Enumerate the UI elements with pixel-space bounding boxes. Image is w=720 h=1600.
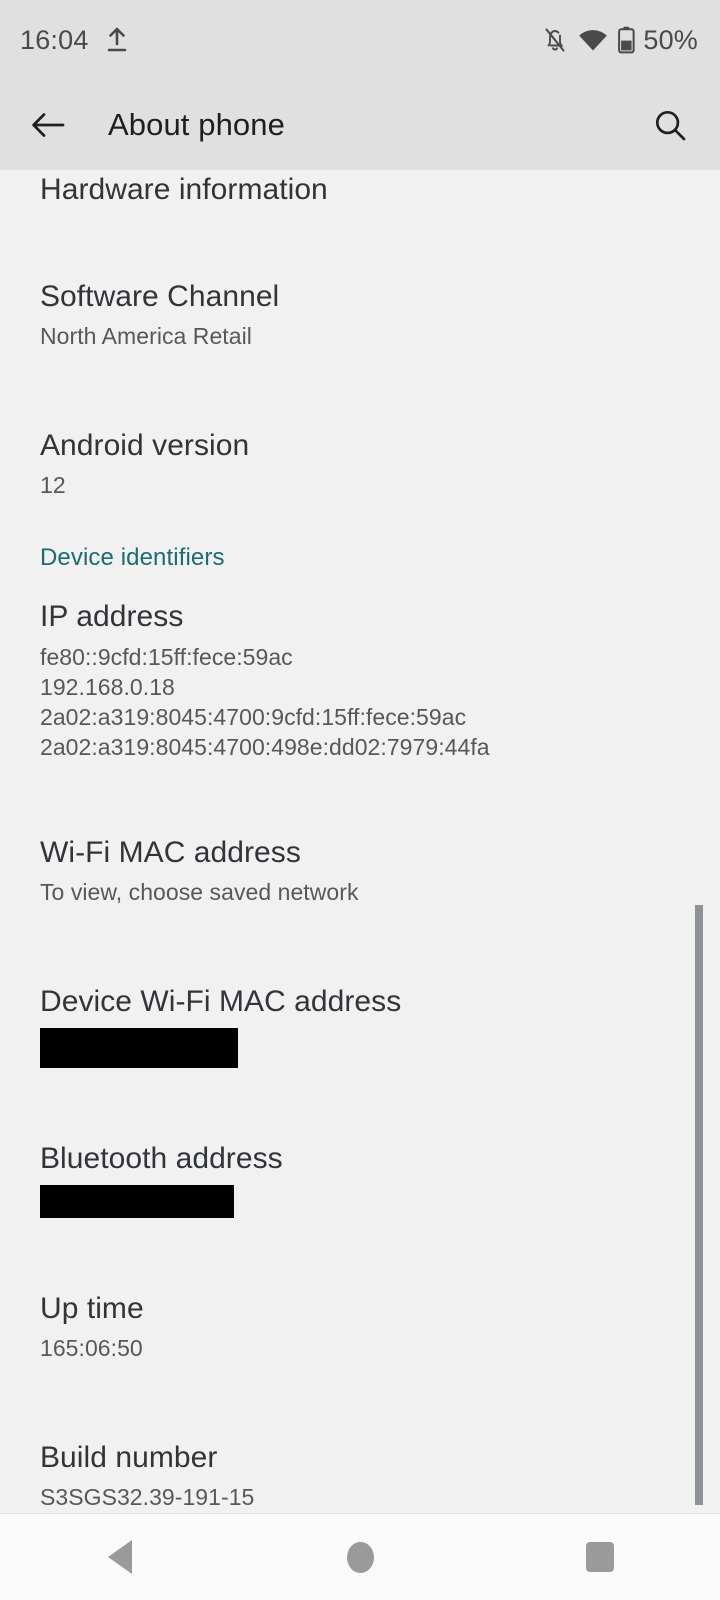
preference-title: Build number (40, 1441, 218, 1474)
preference-summary: fe80::9cfd:15ff:fece:59ac 192.168.0.18 2… (40, 642, 680, 762)
battery-percent-label: 50% (643, 24, 698, 55)
preference-title: Up time (40, 1292, 144, 1325)
status-bar-right: 50% (542, 26, 698, 54)
preference-wifi-mac-address[interactable]: Wi-Fi MAC address To view, choose saved … (40, 819, 680, 924)
preference-title: Wi-Fi MAC address (40, 836, 301, 869)
upload-icon (105, 27, 129, 53)
wifi-icon (578, 28, 608, 52)
search-button[interactable] (642, 97, 698, 153)
settings-scroll-container[interactable]: Hardware information Software Channel No… (0, 170, 720, 1513)
preference-summary: North America Retail (40, 323, 252, 349)
section-header-device-identifiers: Device identifiers (40, 544, 225, 571)
ip-address-line: 192.168.0.18 (40, 674, 175, 700)
preference-title: IP address (40, 600, 184, 633)
ip-address-line: 2a02:a319:8045:4700:498e:dd02:7979:44fa (40, 734, 490, 760)
preference-title: Software Channel (40, 280, 280, 313)
page-title: About phone (108, 107, 285, 142)
status-bar: 16:04 50% (0, 0, 720, 80)
preference-summary: 165:06:50 (40, 1335, 143, 1361)
preference-software-channel[interactable]: Software Channel North America Retail (40, 263, 680, 368)
app-bar: About phone (0, 80, 720, 170)
preference-title: Hardware information (40, 173, 328, 206)
preference-up-time[interactable]: Up time 165:06:50 (40, 1275, 680, 1380)
preference-hardware-information[interactable]: Hardware information (40, 170, 680, 227)
scrollbar-thumb[interactable] (695, 905, 703, 1505)
arrow-left-icon (31, 110, 65, 140)
preference-device-wifi-mac-address[interactable]: Device Wi-Fi MAC address (40, 968, 680, 1085)
status-bar-left: 16:04 (20, 24, 129, 55)
preference-title: Device Wi-Fi MAC address (40, 985, 402, 1018)
preference-android-version[interactable]: Android version 12 (40, 412, 680, 517)
preference-ip-address[interactable]: IP address fe80::9cfd:15ff:fece:59ac 192… (40, 583, 680, 779)
preference-build-number[interactable]: Build number S3SGS32.39-191-15 (40, 1424, 680, 1513)
preference-title: Android version (40, 429, 250, 462)
nav-back-button[interactable] (0, 1514, 240, 1600)
battery-half-icon (618, 26, 635, 54)
nav-home-button[interactable] (240, 1514, 480, 1600)
preference-summary: S3SGS32.39-191-15 (40, 1484, 255, 1510)
scrollbar-track[interactable] (695, 170, 720, 1513)
nav-recents-square-icon (586, 1542, 614, 1572)
ip-address-line: 2a02:a319:8045:4700:9cfd:15ff:fece:59ac (40, 704, 467, 730)
bell-off-icon (542, 26, 568, 54)
status-clock: 16:04 (20, 24, 89, 55)
nav-recents-button[interactable] (480, 1514, 720, 1600)
system-navigation-bar (0, 1513, 720, 1600)
preference-bluetooth-address[interactable]: Bluetooth address (40, 1125, 680, 1235)
back-button[interactable] (20, 97, 76, 153)
redacted-value-bar (40, 1028, 238, 1068)
search-icon (653, 108, 687, 142)
redacted-value-bar (40, 1185, 234, 1218)
preference-title: Bluetooth address (40, 1142, 283, 1175)
preference-summary: To view, choose saved network (40, 879, 359, 905)
nav-back-triangle-icon (108, 1540, 132, 1574)
preference-summary: 12 (40, 472, 66, 498)
ip-address-line: fe80::9cfd:15ff:fece:59ac (40, 644, 293, 670)
nav-home-circle-icon (346, 1541, 374, 1573)
preference-list: Hardware information Software Channel No… (0, 170, 720, 1513)
